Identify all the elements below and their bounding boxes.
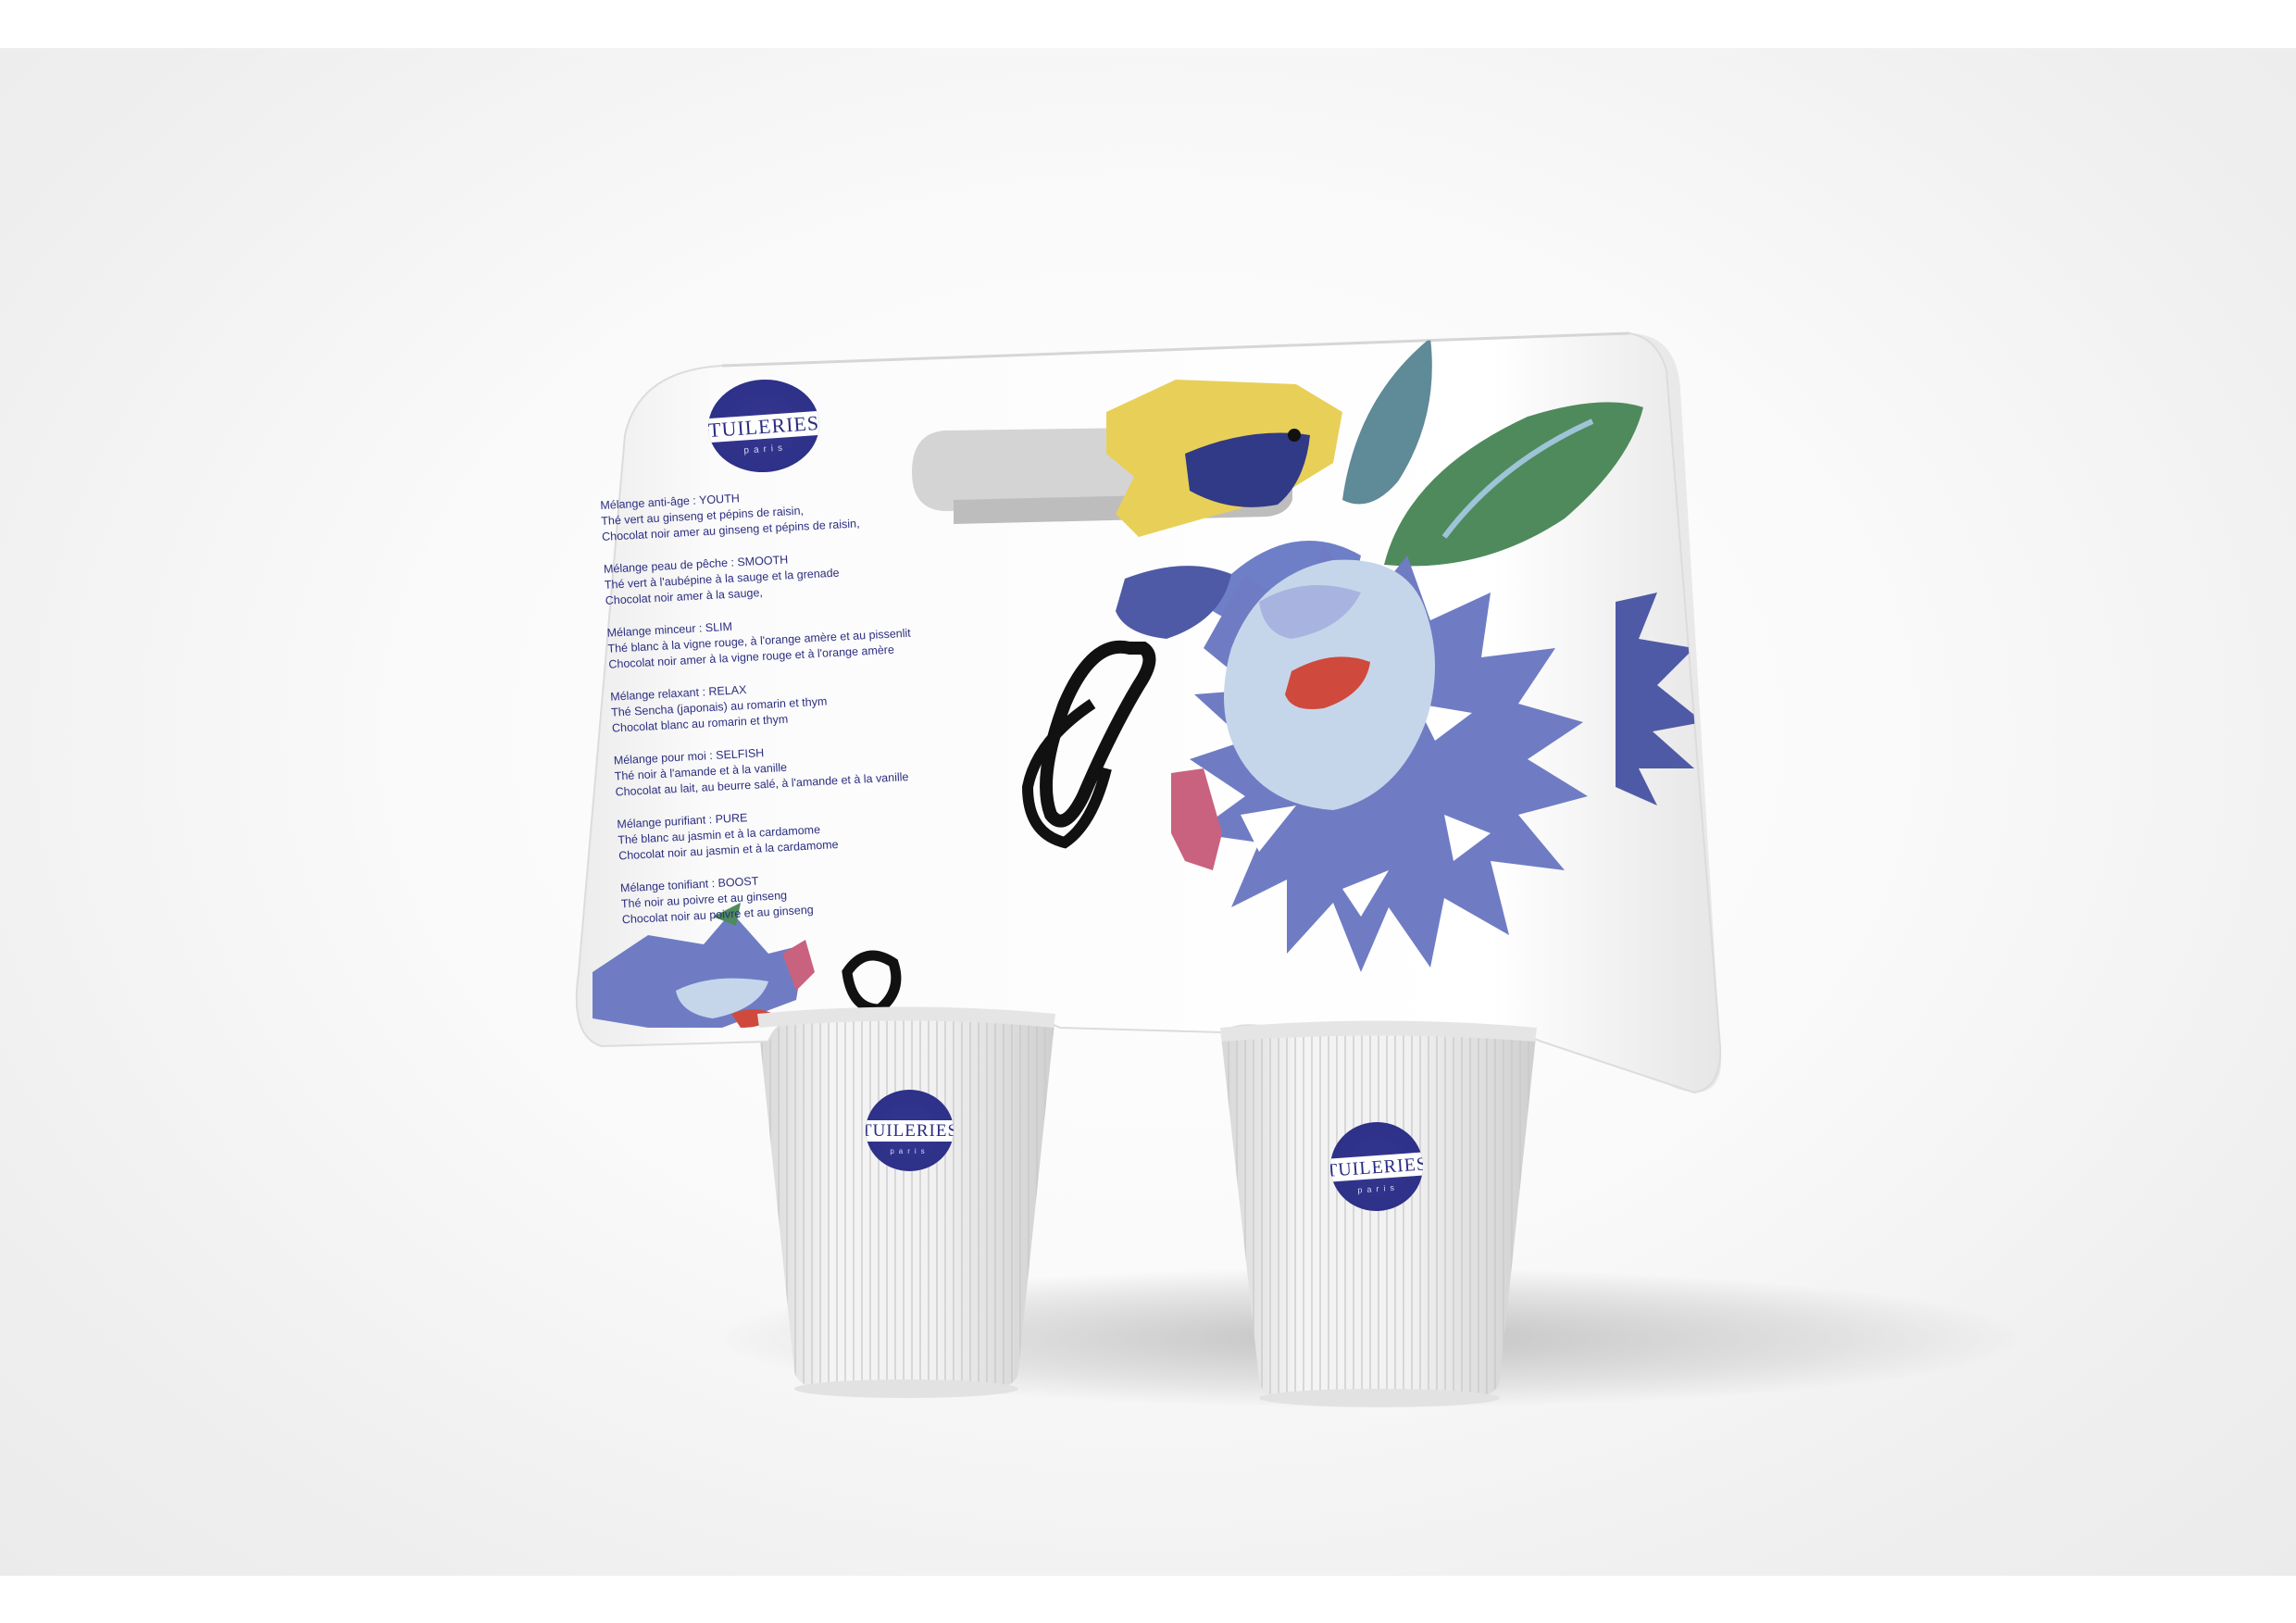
menu-item: Mélange purifiant : PURE Thé blanc au ja… — [617, 797, 1007, 865]
menu-item: Mélange relaxant : RELAX Thé Sencha (jap… — [610, 669, 1001, 737]
cup-left — [757, 1014, 1055, 1398]
menu-item: Mélange minceur : SLIM Thé blanc à la vi… — [606, 606, 997, 673]
carrier-logo-subline: paris — [743, 443, 788, 456]
cup-right-logo-wordmark: TUILERIES — [1327, 1153, 1427, 1181]
cup-carrier-illustration — [575, 331, 1722, 1407]
cup-left-logo-wordmark: TUILERIES — [866, 1120, 954, 1141]
cup-right-logo-subline: paris — [1357, 1182, 1400, 1195]
carrier-menu-text: Mélange anti-âge : YOUTH Thé vert au gin… — [600, 478, 1012, 944]
menu-item: Mélange tonifiant : BOOST Thé noir au po… — [620, 860, 1011, 928]
cup-right — [1220, 1028, 1537, 1407]
menu-item: Mélange pour moi : SELFISH Thé noir à l'… — [613, 733, 1004, 801]
carrier-logo-wordmark: TUILERIES — [707, 410, 820, 443]
cup-left-logo-subline: paris — [890, 1146, 930, 1155]
menu-item: Mélange peau de pêche : SMOOTH Thé vert … — [604, 542, 994, 609]
cup-left-logo: TUILERIES paris — [866, 1090, 954, 1171]
